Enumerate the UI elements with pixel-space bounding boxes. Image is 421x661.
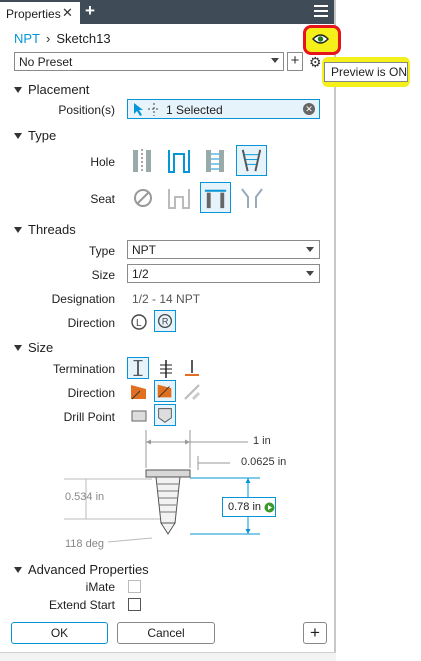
simple-hole-icon[interactable] — [127, 146, 157, 176]
eye-icon[interactable] — [312, 33, 329, 45]
thread-type-value: NPT — [132, 243, 156, 257]
to-face-icon[interactable] — [181, 358, 203, 380]
section-label: Size — [28, 340, 54, 355]
thread-direction-label: Direction — [67, 316, 115, 330]
section-label: Advanced Properties — [28, 562, 149, 577]
chevron-down-icon — [306, 271, 314, 276]
caret-down-icon — [14, 132, 22, 139]
termination-label: Termination — [52, 362, 115, 376]
direction-flip-button[interactable] — [154, 380, 176, 402]
caret-down-icon — [14, 566, 22, 573]
none-icon[interactable] — [128, 183, 158, 213]
chevron-down-icon — [306, 247, 314, 252]
countersink-icon[interactable] — [237, 183, 267, 213]
dim-chamfer: 0.0625 in — [241, 456, 287, 468]
direction-default-icon[interactable] — [128, 381, 150, 403]
panel-border — [334, 0, 336, 661]
imate-checkbox[interactable] — [128, 580, 141, 593]
section-label: Placement — [28, 82, 90, 97]
thread-type-label: Type — [88, 244, 115, 258]
extend-start-label: Extend Start — [48, 598, 115, 612]
caret-down-icon — [14, 344, 22, 351]
section-label: Threads — [28, 222, 76, 237]
section-size[interactable]: Size — [14, 340, 53, 355]
caret-down-icon — [14, 226, 22, 233]
add-tab-icon[interactable]: + — [85, 1, 95, 21]
positions-label: Position(s) — [58, 103, 115, 117]
hole-label: Hole — [90, 155, 115, 169]
breadcrumb-current: Sketch13 — [56, 31, 111, 46]
right-hand-thread-button[interactable]: R — [154, 310, 176, 332]
caret-down-icon — [14, 86, 22, 93]
extend-start-checkbox[interactable] — [128, 598, 141, 611]
angle-drill-point-button[interactable] — [154, 404, 176, 426]
breadcrumb-root[interactable]: NPT — [14, 31, 40, 46]
chevron-down-icon — [271, 58, 279, 63]
accept-icon[interactable] — [264, 502, 275, 513]
flat-drill-point-icon[interactable] — [128, 405, 150, 427]
spotface-icon — [204, 189, 227, 209]
dim-angle: 118 deg — [65, 538, 104, 550]
cancel-button[interactable]: Cancel — [117, 622, 215, 644]
svg-text:R: R — [162, 317, 169, 327]
right-hand-thread-icon: R — [158, 314, 172, 328]
angle-drill-point-icon — [158, 408, 172, 423]
preset-select[interactable]: No Preset — [14, 52, 284, 71]
preview-tooltip: Preview is ON — [324, 62, 408, 82]
preset-value: No Preset — [19, 55, 73, 69]
select-cursor-icon — [134, 103, 160, 116]
tab-label: Properties — [6, 7, 61, 21]
tapped-hole-icon[interactable] — [200, 146, 230, 176]
add-button[interactable]: + — [303, 622, 327, 644]
menu-icon[interactable] — [314, 5, 328, 17]
close-icon[interactable]: ✕ — [62, 5, 73, 21]
dim-depth: 0.78 in — [228, 501, 262, 513]
drill-point-label: Drill Point — [63, 410, 115, 424]
section-placement[interactable]: Placement — [14, 82, 89, 97]
gear-icon[interactable]: ⚙ — [309, 54, 322, 71]
panel-footer — [0, 652, 336, 661]
dim-top: 1 in — [253, 435, 271, 447]
section-label: Type — [28, 128, 57, 143]
add-preset-button[interactable]: + — [287, 52, 303, 71]
thread-size-value: 1/2 — [132, 267, 149, 281]
designation-label: Designation — [51, 292, 115, 306]
taper-tapped-hole-icon — [241, 149, 262, 172]
direction-symmetric-icon[interactable] — [181, 381, 203, 403]
svg-text:L: L — [136, 318, 142, 329]
left-hand-thread-icon[interactable]: L — [128, 311, 150, 333]
through-all-icon[interactable] — [155, 358, 177, 380]
counterbore-icon[interactable] — [164, 183, 194, 213]
positions-selector[interactable]: 1 Selected ✕ — [127, 99, 320, 119]
section-type[interactable]: Type — [14, 128, 56, 143]
tab-properties[interactable]: Properties ✕ — [0, 0, 80, 24]
chevron-right-icon: › — [46, 31, 51, 46]
designation-value: 1/2 - 14 NPT — [132, 292, 201, 306]
distance-icon — [133, 360, 143, 376]
thread-type-select[interactable]: NPT — [127, 240, 320, 259]
seat-label: Seat — [90, 192, 115, 206]
depth-value-box[interactable]: 0.78 in — [222, 497, 276, 517]
thread-size-label: Size — [91, 268, 115, 282]
clear-icon[interactable]: ✕ — [303, 103, 315, 115]
positions-value: 1 Selected — [166, 103, 223, 117]
direction-flip-icon — [157, 384, 172, 398]
ok-button[interactable]: OK — [11, 622, 108, 644]
clearance-hole-icon[interactable] — [164, 146, 194, 176]
distance-termination-button[interactable] — [127, 357, 149, 379]
dim-left: 0.534 in — [65, 491, 105, 503]
section-threads[interactable]: Threads — [14, 222, 76, 237]
taper-tapped-hole-button[interactable] — [236, 145, 267, 176]
breadcrumb: NPT › Sketch13 — [14, 31, 111, 46]
spotface-button[interactable] — [200, 182, 231, 213]
imate-label: iMate — [85, 580, 115, 594]
size-direction-label: Direction — [67, 386, 115, 400]
thread-size-select[interactable]: 1/2 — [127, 264, 320, 283]
section-advanced[interactable]: Advanced Properties — [14, 562, 149, 577]
